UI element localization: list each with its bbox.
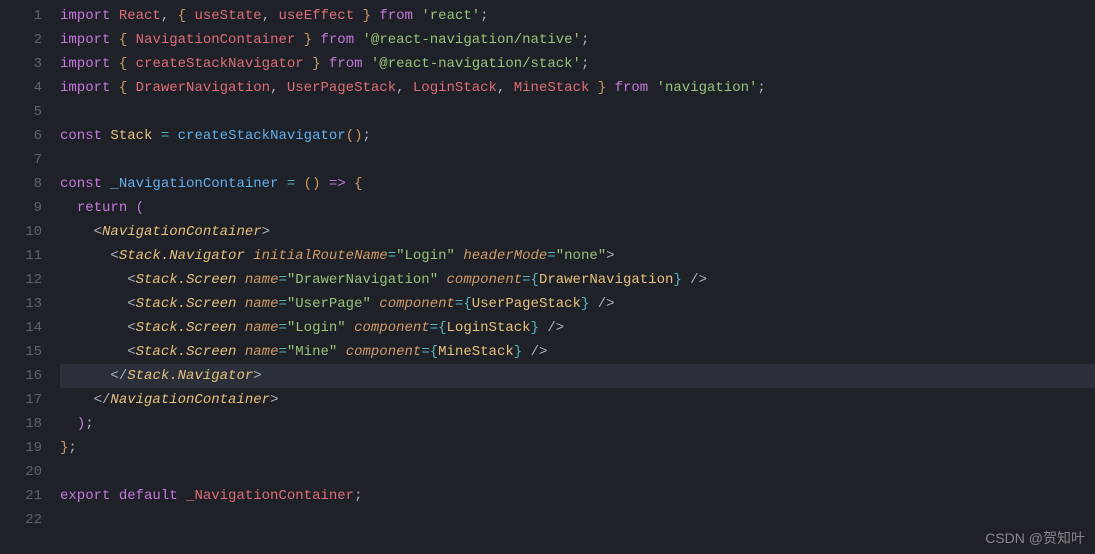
line-number: 20 (0, 460, 42, 484)
line-number: 14 (0, 316, 42, 340)
line-number: 10 (0, 220, 42, 244)
code-line[interactable] (60, 100, 1095, 124)
code-line[interactable]: import { createStackNavigator } from '@r… (60, 52, 1095, 76)
code-line[interactable] (60, 148, 1095, 172)
code-line[interactable]: import React, { useState, useEffect } fr… (60, 4, 1095, 28)
line-number: 4 (0, 76, 42, 100)
line-number: 7 (0, 148, 42, 172)
line-number: 6 (0, 124, 42, 148)
line-number: 11 (0, 244, 42, 268)
code-line[interactable]: <Stack.Navigator initialRouteName="Login… (60, 244, 1095, 268)
code-line[interactable]: const Stack = createStackNavigator(); (60, 124, 1095, 148)
line-number: 12 (0, 268, 42, 292)
line-gutter: 1 2 3 4 5 6 7 8 9 10 11 12 13 14 15 16 1… (0, 0, 60, 554)
code-line[interactable]: <Stack.Screen name="Mine" component={Min… (60, 340, 1095, 364)
line-number: 22 (0, 508, 42, 532)
line-number: 3 (0, 52, 42, 76)
line-number: 15 (0, 340, 42, 364)
watermark: CSDN @贺知叶 (985, 528, 1085, 548)
code-line[interactable]: <Stack.Screen name="UserPage" component=… (60, 292, 1095, 316)
line-number: 1 (0, 4, 42, 28)
code-line[interactable]: }; (60, 436, 1095, 460)
code-line[interactable] (60, 460, 1095, 484)
code-line[interactable]: export default _NavigationContainer; (60, 484, 1095, 508)
line-number: 16 (0, 364, 42, 388)
code-line[interactable]: <NavigationContainer> (60, 220, 1095, 244)
line-number: 8 (0, 172, 42, 196)
line-number: 19 (0, 436, 42, 460)
code-line[interactable]: const _NavigationContainer = () => { (60, 172, 1095, 196)
code-line[interactable]: import { DrawerNavigation, UserPageStack… (60, 76, 1095, 100)
code-line[interactable]: return ( (60, 196, 1095, 220)
code-line[interactable]: import { NavigationContainer } from '@re… (60, 28, 1095, 52)
line-number: 13 (0, 292, 42, 316)
code-line[interactable]: <Stack.Screen name="DrawerNavigation" co… (60, 268, 1095, 292)
code-line[interactable]: <Stack.Screen name="Login" component={Lo… (60, 316, 1095, 340)
code-line[interactable]: </NavigationContainer> (60, 388, 1095, 412)
line-number: 18 (0, 412, 42, 436)
code-area[interactable]: import React, { useState, useEffect } fr… (60, 0, 1095, 554)
code-line[interactable] (60, 508, 1095, 532)
line-number: 21 (0, 484, 42, 508)
code-line[interactable]: </Stack.Navigator> (60, 364, 1095, 388)
code-line[interactable]: ); (60, 412, 1095, 436)
code-editor[interactable]: 1 2 3 4 5 6 7 8 9 10 11 12 13 14 15 16 1… (0, 0, 1095, 554)
line-number: 17 (0, 388, 42, 412)
line-number: 5 (0, 100, 42, 124)
line-number: 9 (0, 196, 42, 220)
line-number: 2 (0, 28, 42, 52)
